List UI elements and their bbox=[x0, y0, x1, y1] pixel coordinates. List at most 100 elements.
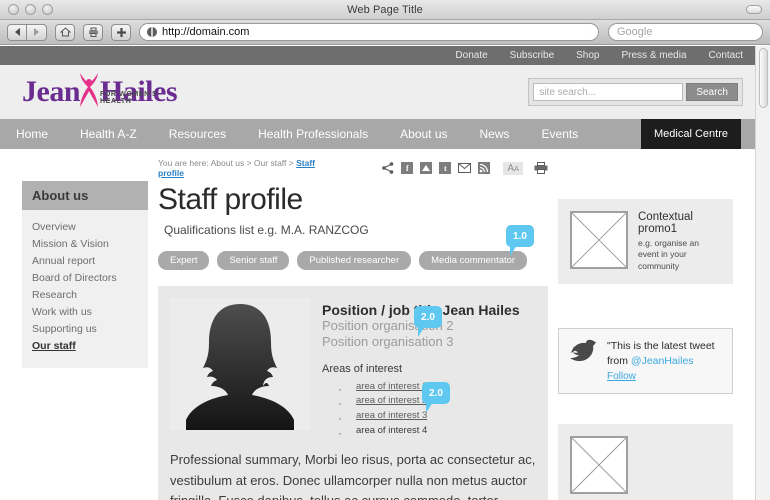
text-size-control[interactable]: AA bbox=[503, 161, 523, 175]
promo-text-block: Contextual promo1 e.g. organise an event… bbox=[638, 211, 721, 272]
area-of-interest-1[interactable]: area of interest 1 bbox=[356, 381, 427, 392]
facebook-icon[interactable]: f bbox=[401, 162, 414, 174]
tweet-handle-link[interactable]: @JeanHailes bbox=[631, 355, 694, 367]
url-text: http://domain.com bbox=[162, 26, 250, 38]
sidebar-item-work-with-us[interactable]: Work with us bbox=[32, 303, 138, 320]
main-navigation: Home Health A-Z Resources Health Profess… bbox=[0, 119, 755, 149]
breadcrumb-sep-1: > bbox=[246, 158, 252, 168]
browser-search-field[interactable]: Google bbox=[608, 23, 763, 41]
nav-item-home[interactable]: Home bbox=[0, 119, 64, 149]
page-scrollbar[interactable] bbox=[755, 46, 770, 500]
professional-summary: Professional summary, Morbi leo risus, p… bbox=[158, 450, 548, 500]
list-item: area of interest 4 bbox=[338, 424, 536, 442]
home-button[interactable] bbox=[55, 23, 75, 41]
area-of-interest-2[interactable]: area of interest 2 bbox=[356, 395, 427, 406]
person-silhouette-avatar-icon bbox=[186, 304, 294, 430]
sidebar-item-supporting-us[interactable]: Supporting us bbox=[32, 320, 138, 337]
tag-senior-staff[interactable]: Senior staff bbox=[217, 251, 290, 270]
address-bar[interactable]: http://domain.com bbox=[139, 23, 599, 41]
share-icon[interactable] bbox=[382, 162, 394, 174]
nav-item-events[interactable]: Events bbox=[526, 119, 595, 149]
browser-search-placeholder: Google bbox=[617, 26, 653, 38]
main-column: You are here: About us > Our staff > Sta… bbox=[148, 158, 548, 500]
qualifications-text: Qualifications list e.g. M.A. RANZCOG bbox=[164, 223, 369, 237]
window-title: Web Page Title bbox=[347, 3, 423, 16]
logo-word-jean: Jean bbox=[22, 75, 81, 108]
plus-icon bbox=[116, 27, 126, 37]
image-placeholder-icon-2 bbox=[570, 436, 628, 495]
area-of-interest-4: area of interest 4 bbox=[356, 424, 428, 436]
text-size-large[interactable]: A bbox=[507, 163, 514, 174]
globe-icon bbox=[147, 27, 157, 37]
area-of-interest-3[interactable]: area of interest 3 bbox=[356, 410, 427, 421]
avatar bbox=[170, 298, 310, 430]
breadcrumb-level2[interactable]: Our staff bbox=[254, 158, 286, 168]
tweet-text: "This is the latest tweet from @JeanHail… bbox=[607, 339, 722, 383]
utility-link-donate[interactable]: Donate bbox=[455, 50, 487, 61]
site-logo[interactable]: Jean Hailes FOR WOMEN'S HEALTH bbox=[12, 73, 178, 108]
utility-link-contact[interactable]: Contact bbox=[709, 50, 743, 61]
site-header: Jean Hailes FOR WOMEN'S HEALTH site sear… bbox=[0, 65, 755, 119]
list-item[interactable]: area of interest 3 bbox=[338, 409, 536, 427]
image-placeholder-icon bbox=[570, 211, 628, 269]
profile-panel: Position / job title Jean Hailes Positio… bbox=[158, 286, 548, 451]
nav-item-news[interactable]: News bbox=[464, 119, 526, 149]
twitter-icon[interactable]: t bbox=[439, 162, 452, 174]
sidebar-item-research[interactable]: Research bbox=[32, 286, 138, 303]
sidebar-item-mission-vision[interactable]: Mission & Vision bbox=[32, 235, 138, 252]
page-title: Staff profile bbox=[158, 183, 303, 216]
utility-link-shop[interactable]: Shop bbox=[576, 50, 599, 61]
sidebar-item-our-staff[interactable]: Our staff bbox=[32, 337, 138, 354]
social-share-icon[interactable] bbox=[420, 162, 433, 174]
twitter-bird-icon bbox=[570, 340, 596, 362]
breadcrumb: You are here: About us > Our staff > Sta… bbox=[158, 158, 328, 178]
add-bookmark-button[interactable] bbox=[111, 23, 131, 41]
breadcrumb-sep-2: > bbox=[288, 158, 294, 168]
nav-item-health-az[interactable]: Health A-Z bbox=[64, 119, 153, 149]
forward-button[interactable] bbox=[27, 23, 47, 41]
utility-link-subscribe[interactable]: Subscribe bbox=[510, 50, 554, 61]
print-page-icon[interactable] bbox=[534, 162, 548, 174]
print-icon bbox=[88, 27, 98, 37]
social-share-row: f t AA bbox=[382, 161, 548, 175]
forward-arrow-icon bbox=[34, 28, 39, 36]
home-icon bbox=[59, 27, 71, 37]
back-button[interactable] bbox=[7, 23, 27, 41]
page-content: About us Overview Mission & Vision Annua… bbox=[0, 149, 755, 500]
breadcrumb-level1[interactable]: About us bbox=[211, 158, 245, 168]
navigation-buttons bbox=[7, 23, 47, 41]
utility-nav: Donate Subscribe Shop Press & media Cont… bbox=[0, 46, 755, 65]
tweet-follow-link[interactable]: Follow bbox=[607, 370, 722, 384]
tag-expert[interactable]: Expert bbox=[158, 251, 210, 270]
tag-published-researcher[interactable]: Published researcher bbox=[297, 251, 412, 270]
contextual-promo-1[interactable]: Contextual promo1 e.g. organise an event… bbox=[558, 199, 733, 285]
nav-cta-medical-centre[interactable]: Medical Centre bbox=[641, 119, 741, 149]
page-scrollbar-thumb[interactable] bbox=[759, 48, 768, 108]
breadcrumb-row: You are here: About us > Our staff > Sta… bbox=[158, 158, 548, 178]
utility-link-press[interactable]: Press & media bbox=[622, 50, 687, 61]
right-sidebar: Contextual promo1 e.g. organise an event… bbox=[548, 159, 733, 500]
site-search-button[interactable]: Search bbox=[686, 83, 738, 101]
sidebar-item-board-of-directors[interactable]: Board of Directors bbox=[32, 269, 138, 286]
contextual-promo-2[interactable] bbox=[558, 424, 733, 500]
sidebar-list: Overview Mission & Vision Annual report … bbox=[22, 210, 148, 368]
nav-item-resources[interactable]: Resources bbox=[153, 119, 242, 149]
profile-info: Position / job title Jean Hailes Positio… bbox=[310, 298, 536, 442]
sidebar-item-overview[interactable]: Overview bbox=[32, 218, 138, 235]
rss-icon[interactable] bbox=[478, 162, 491, 174]
web-page: Donate Subscribe Shop Press & media Cont… bbox=[0, 46, 755, 500]
tag-row: Expert Senior staff Published researcher… bbox=[158, 225, 548, 270]
site-search-input[interactable]: site search... bbox=[533, 83, 684, 101]
callout-bubble-1: 1.0 bbox=[506, 225, 534, 256]
nav-item-about-us[interactable]: About us bbox=[384, 119, 463, 149]
browser-toolbar: http://domain.com Google bbox=[0, 20, 770, 45]
sidebar-item-annual-report[interactable]: Annual report bbox=[32, 252, 138, 269]
nav-item-health-professionals[interactable]: Health Professionals bbox=[242, 119, 384, 149]
text-size-small[interactable]: A bbox=[514, 164, 519, 173]
print-button[interactable] bbox=[83, 23, 103, 41]
sidebar-heading: About us bbox=[22, 181, 148, 210]
site-search: site search... Search bbox=[528, 78, 743, 106]
email-icon[interactable] bbox=[458, 163, 472, 173]
site-search-placeholder: site search... bbox=[539, 86, 597, 98]
